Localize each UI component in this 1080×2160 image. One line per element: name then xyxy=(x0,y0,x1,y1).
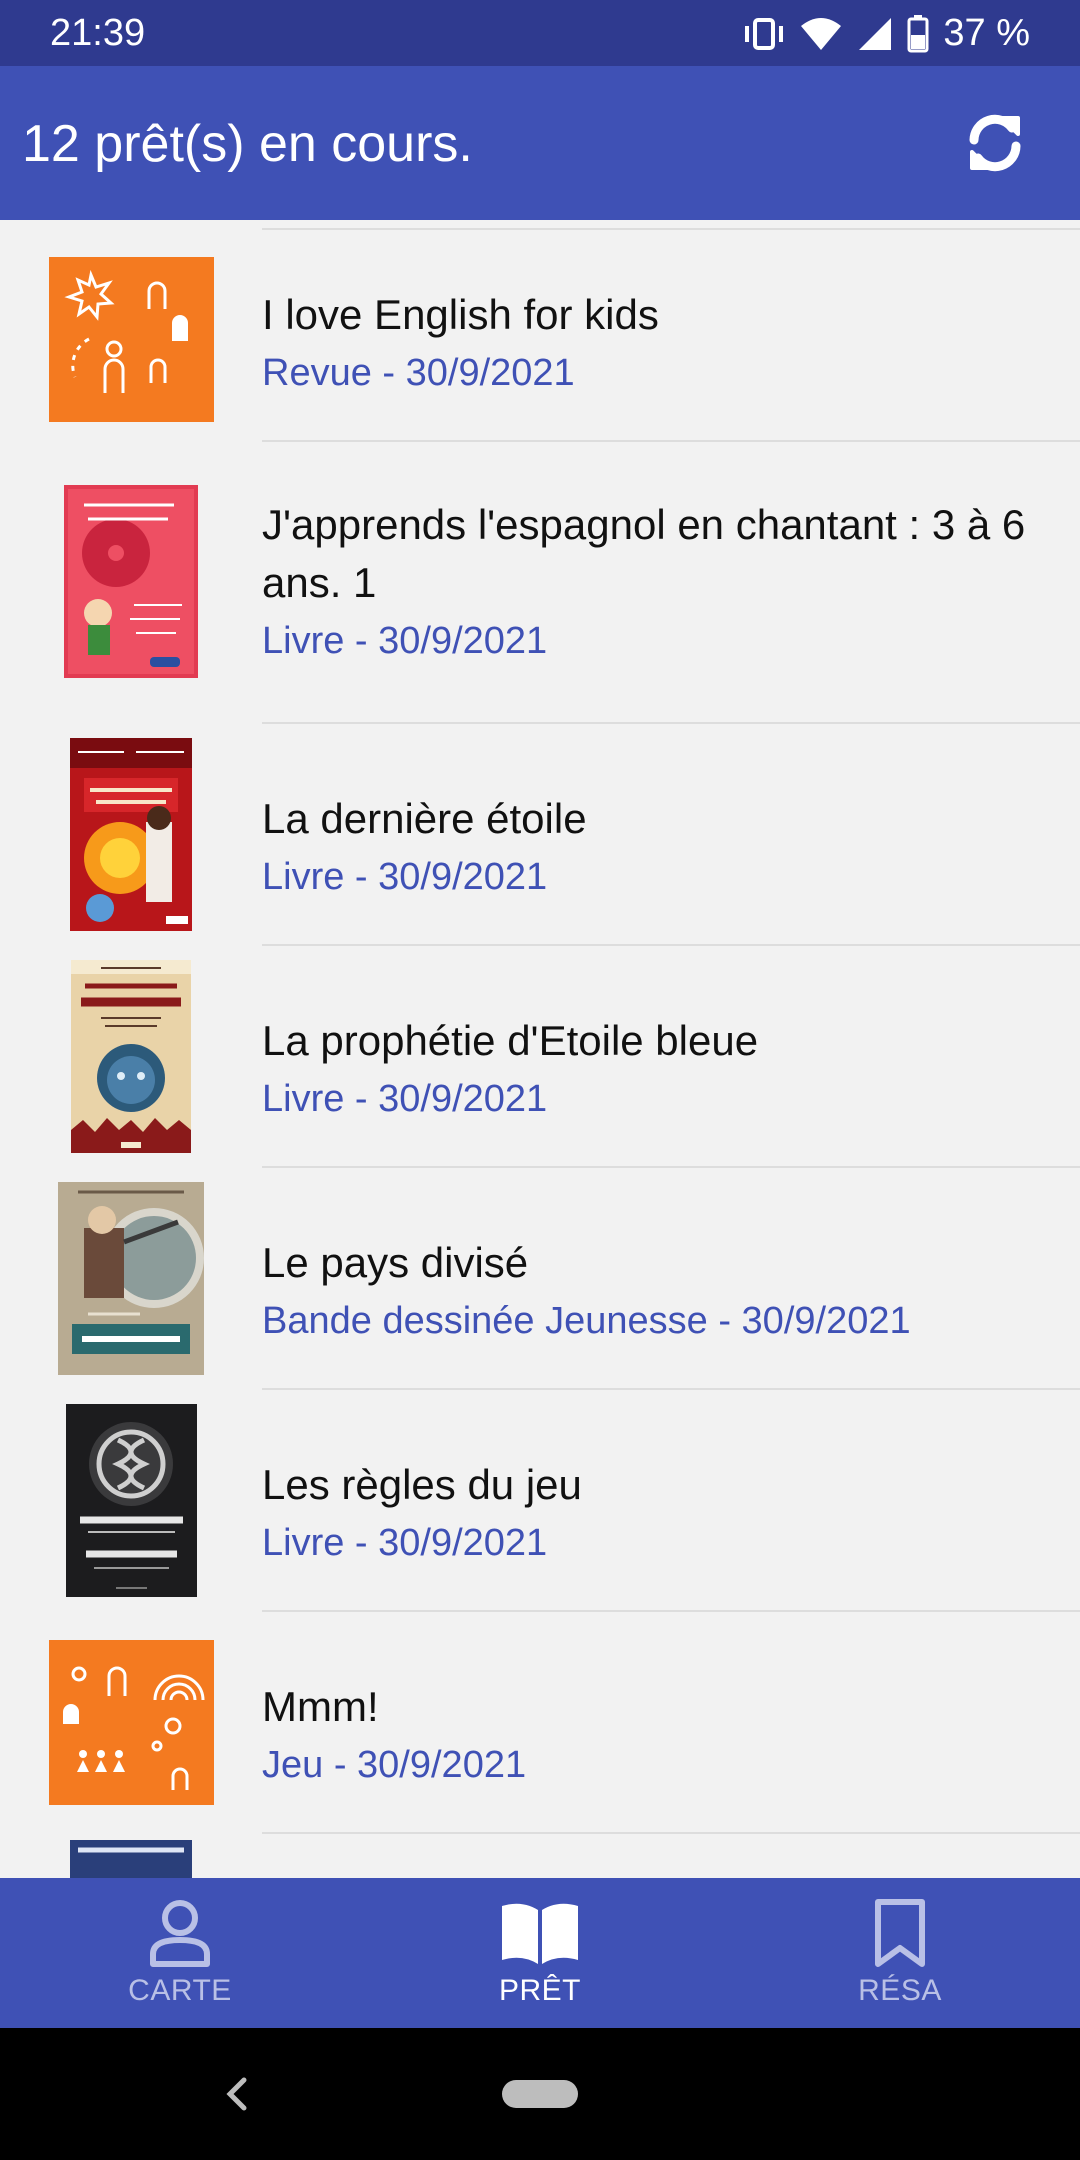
open-book-icon xyxy=(502,1903,578,1964)
book-cover xyxy=(71,960,191,1153)
cover-placeholder xyxy=(49,1640,214,1805)
item-subtitle: Revue - 30/9/2021 xyxy=(262,352,575,394)
bottom-navigation: CARTE PRÊT RÉSA xyxy=(0,1878,1080,2028)
book-cover xyxy=(58,1182,204,1375)
item-title: La dernière étoile xyxy=(262,795,587,842)
item-text: I love English for kids Revue - 30/9/202… xyxy=(262,286,1040,400)
list-item[interactable]: Les règles du jeu Livre - 30/9/2021 xyxy=(0,1390,1080,1612)
item-title: La prophétie d'Etoile bleue xyxy=(262,1017,759,1064)
list-item[interactable]: La prophétie d'Etoile bleue Livre - 30/9… xyxy=(0,946,1080,1168)
item-subtitle: Livre - 30/9/2021 xyxy=(262,856,548,898)
nav-label: RÉSA xyxy=(858,1974,942,2007)
nav-resa[interactable]: RÉSA xyxy=(720,1878,1080,2028)
app-bar: 12 prêt(s) en cours. xyxy=(0,66,1080,220)
item-subtitle: Livre - 30/9/2021 xyxy=(262,1522,548,1564)
cover-placeholder xyxy=(49,257,214,422)
status-time: 21:39 xyxy=(50,12,146,54)
item-title: Les règles du jeu xyxy=(262,1461,582,1508)
person-icon xyxy=(150,1900,210,1967)
status-bar: 21:39 37 % xyxy=(0,0,1080,66)
item-subtitle: Bande dessinée Jeunesse - 30/9/2021 xyxy=(262,1300,911,1342)
status-icons: 37 % xyxy=(743,12,1030,55)
home-pill-icon[interactable] xyxy=(502,2080,578,2108)
page-title: 12 prêt(s) en cours. xyxy=(22,115,473,173)
list-item[interactable]: J'apprends l'espagnol en chantant : 3 à … xyxy=(0,442,1080,724)
list-item[interactable]: La dernière étoile Livre - 30/9/2021 xyxy=(0,724,1080,946)
book-cover xyxy=(64,485,198,678)
item-text: Le pays divisé Bande dessinée Jeunesse -… xyxy=(262,1234,1040,1348)
bookmark-icon xyxy=(875,1899,925,1967)
battery-percent: 37 % xyxy=(943,12,1030,54)
item-title: Le pays divisé xyxy=(262,1239,529,1286)
back-icon[interactable] xyxy=(222,2074,252,2119)
book-cover xyxy=(70,1840,192,1878)
system-navigation-bar xyxy=(0,2028,1080,2160)
list-item[interactable]: I love English for kids Revue - 30/9/202… xyxy=(0,230,1080,442)
nav-label: PRÊT xyxy=(498,1974,581,2007)
list-item[interactable] xyxy=(0,1834,1080,1878)
nav-carte[interactable]: CARTE xyxy=(0,1878,360,2028)
item-text: J'apprends l'espagnol en chantant : 3 à … xyxy=(262,496,1040,668)
signal-icon xyxy=(857,16,893,52)
loans-list[interactable]: I love English for kids Revue - 30/9/202… xyxy=(0,220,1080,1878)
refresh-icon xyxy=(969,114,1021,172)
refresh-button[interactable] xyxy=(962,110,1028,176)
battery-icon xyxy=(907,14,929,53)
item-subtitle: Jeu - 30/9/2021 xyxy=(262,1744,527,1786)
nav-pret[interactable]: PRÊT xyxy=(360,1878,720,2028)
book-cover xyxy=(70,738,192,931)
list-item[interactable]: Mmm! Jeu - 30/9/2021 xyxy=(0,1612,1080,1834)
item-title: I love English for kids xyxy=(262,291,659,338)
item-text: Les règles du jeu Livre - 30/9/2021 xyxy=(262,1456,1040,1570)
item-subtitle: Livre - 30/9/2021 xyxy=(262,1078,548,1120)
list-item[interactable]: Le pays divisé Bande dessinée Jeunesse -… xyxy=(0,1168,1080,1390)
book-cover xyxy=(66,1404,197,1597)
item-text: La prophétie d'Etoile bleue Livre - 30/9… xyxy=(262,1012,1040,1126)
item-title: Mmm! xyxy=(262,1683,379,1730)
item-title: J'apprends l'espagnol en chantant : 3 à … xyxy=(262,501,1026,606)
wifi-icon xyxy=(799,16,843,52)
nav-label: CARTE xyxy=(128,1974,232,2007)
item-text: Mmm! Jeu - 30/9/2021 xyxy=(262,1678,1040,1792)
item-text: La dernière étoile Livre - 30/9/2021 xyxy=(262,790,1040,904)
vibrate-icon xyxy=(743,16,785,52)
item-subtitle: Livre - 30/9/2021 xyxy=(262,620,548,662)
